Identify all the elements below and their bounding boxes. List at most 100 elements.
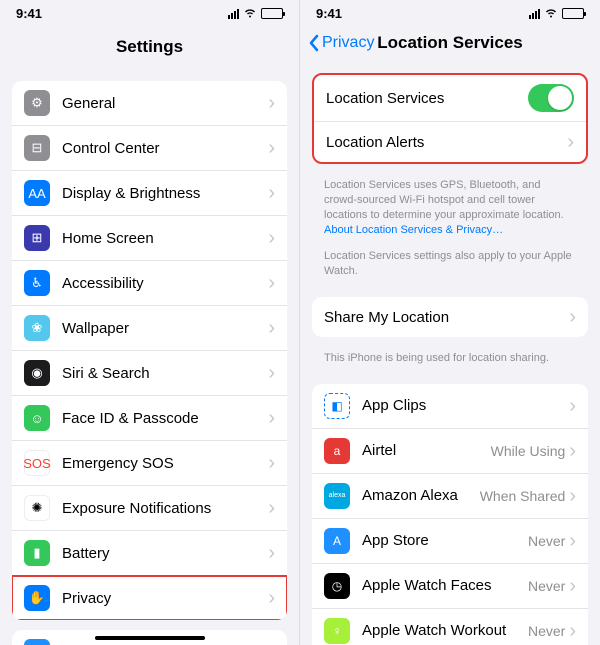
row-label: Home Screen [62, 230, 268, 247]
row-label: Apple Watch Faces [362, 577, 528, 594]
row-label: Airtel [362, 442, 491, 459]
chevron-right-icon: › [569, 441, 576, 461]
settings-row-wallpaper[interactable]: ❀ Wallpaper› [12, 306, 287, 351]
chevron-right-icon: › [268, 228, 275, 248]
settings-group: ⚙General›⊟Control Center›AADisplay & Bri… [12, 81, 287, 620]
emergency-sos-icon: SOS [24, 450, 50, 476]
watch-workout-icon: ♀ [324, 618, 350, 644]
wallpaper-icon: ❀ [24, 315, 50, 341]
row-label: Wallpaper [62, 320, 268, 337]
row-value: While Using [491, 443, 566, 459]
home-indicator[interactable] [95, 636, 205, 640]
chevron-right-icon: › [268, 408, 275, 428]
chevron-right-icon: › [268, 543, 275, 563]
toggle-switch[interactable] [528, 84, 574, 112]
row-label: Location Services [326, 90, 528, 107]
row-value: Never [528, 533, 565, 549]
faceid-passcode-icon: ☺ [24, 405, 50, 431]
battery-icon [261, 8, 283, 19]
chevron-right-icon: › [268, 453, 275, 473]
chevron-right-icon: › [268, 363, 275, 383]
location-alerts-row[interactable]: Location Alerts › [314, 122, 586, 162]
settings-row-emergency-sos[interactable]: SOS Emergency SOS› [12, 441, 287, 486]
chevron-right-icon: › [268, 588, 275, 608]
about-link[interactable]: About Location Services & Privacy… [324, 224, 503, 236]
row-label: Amazon Alexa [362, 487, 480, 504]
settings-row-control-center[interactable]: ⊟Control Center› [12, 126, 287, 171]
status-bar: 9:41 [300, 0, 600, 23]
row-value: When Shared [480, 488, 566, 504]
app-store-app-icon: A [324, 528, 350, 554]
settings-row-privacy[interactable]: ✋ Privacy› [12, 576, 287, 620]
app-store-icon: A [24, 639, 50, 645]
amazon-alexa-icon: alexa [324, 483, 350, 509]
location-toggle-group: Location Services Location Alerts › [312, 73, 588, 164]
share-location-row[interactable]: Share My Location › [312, 297, 588, 337]
description-text: Location Services uses GPS, Bluetooth, a… [300, 174, 600, 245]
settings-row-accessibility[interactable]: ♿︎ Accessibility› [12, 261, 287, 306]
row-label: Share My Location [324, 309, 569, 326]
back-button[interactable]: Privacy [308, 34, 374, 52]
privacy-icon: ✋ [24, 585, 50, 611]
row-label: App Store [362, 532, 528, 549]
airtel-icon: a [324, 438, 350, 464]
app-row-app-store-app[interactable]: A App StoreNever› [312, 519, 588, 564]
app-row-app-clips[interactable]: ◧App Clips› [312, 384, 588, 429]
chevron-right-icon: › [569, 486, 576, 506]
control-center-icon: ⊟ [24, 135, 50, 161]
app-row-watch-faces[interactable]: ◷ Apple Watch FacesNever› [312, 564, 588, 609]
status-time: 9:41 [316, 6, 342, 21]
row-label: Privacy [62, 590, 268, 607]
chevron-right-icon: › [569, 396, 576, 416]
status-time: 9:41 [16, 6, 42, 21]
wifi-icon [544, 6, 558, 21]
chevron-right-icon: › [268, 498, 275, 518]
signal-icon [228, 9, 239, 19]
row-label: Apple Watch Workout [362, 622, 528, 639]
description-text: Location Services settings also apply to… [300, 245, 600, 287]
description-text: This iPhone is being used for location s… [300, 347, 600, 374]
chevron-right-icon: › [569, 621, 576, 641]
page-title: Location Services [377, 33, 523, 53]
chevron-right-icon: › [268, 138, 275, 158]
settings-row-siri-search[interactable]: ◉Siri & Search› [12, 351, 287, 396]
chevron-right-icon: › [567, 132, 574, 152]
app-row-amazon-alexa[interactable]: alexa Amazon AlexaWhen Shared› [312, 474, 588, 519]
settings-row-faceid-passcode[interactable]: ☺ Face ID & Passcode› [12, 396, 287, 441]
chevron-left-icon [308, 34, 320, 52]
settings-row-exposure-notifications[interactable]: ✺ Exposure Notifications› [12, 486, 287, 531]
home-screen-icon: ⊞ [24, 225, 50, 251]
accessibility-icon: ♿︎ [24, 270, 50, 296]
exposure-notifications-icon: ✺ [24, 495, 50, 521]
settings-row-display-brightness[interactable]: AADisplay & Brightness› [12, 171, 287, 216]
apps-group: ◧App Clips›aAirtelWhile Using›alexaAmazo… [312, 384, 588, 645]
chevron-right-icon: › [268, 93, 275, 113]
row-label: Accessibility [62, 275, 268, 292]
battery-icon [562, 8, 584, 19]
chevron-right-icon: › [569, 576, 576, 596]
chevron-right-icon: › [268, 183, 275, 203]
page-title: Settings [116, 37, 183, 57]
row-value: Never [528, 623, 565, 639]
general-icon: ⚙ [24, 90, 50, 116]
settings-row-battery[interactable]: ▮Battery› [12, 531, 287, 576]
row-value: Never [528, 578, 565, 594]
row-label: Location Alerts [326, 134, 567, 151]
display-brightness-icon: AA [24, 180, 50, 206]
row-label: Emergency SOS [62, 455, 268, 472]
chevron-right-icon: › [268, 318, 275, 338]
settings-row-home-screen[interactable]: ⊞ Home Screen› [12, 216, 287, 261]
settings-row-general[interactable]: ⚙General› [12, 81, 287, 126]
location-services-toggle-row[interactable]: Location Services [314, 75, 586, 122]
row-label: Siri & Search [62, 365, 268, 382]
chevron-right-icon: › [569, 531, 576, 551]
row-label: Face ID & Passcode [62, 410, 268, 427]
app-row-airtel[interactable]: a AirtelWhile Using› [312, 429, 588, 474]
app-row-watch-workout[interactable]: ♀ Apple Watch WorkoutNever› [312, 609, 588, 645]
row-label: Exposure Notifications [62, 500, 268, 517]
navbar: Privacy Location Services [300, 23, 600, 63]
chevron-right-icon: › [268, 273, 275, 293]
navbar: Settings [0, 23, 299, 71]
signal-icon [529, 9, 540, 19]
watch-faces-icon: ◷ [324, 573, 350, 599]
